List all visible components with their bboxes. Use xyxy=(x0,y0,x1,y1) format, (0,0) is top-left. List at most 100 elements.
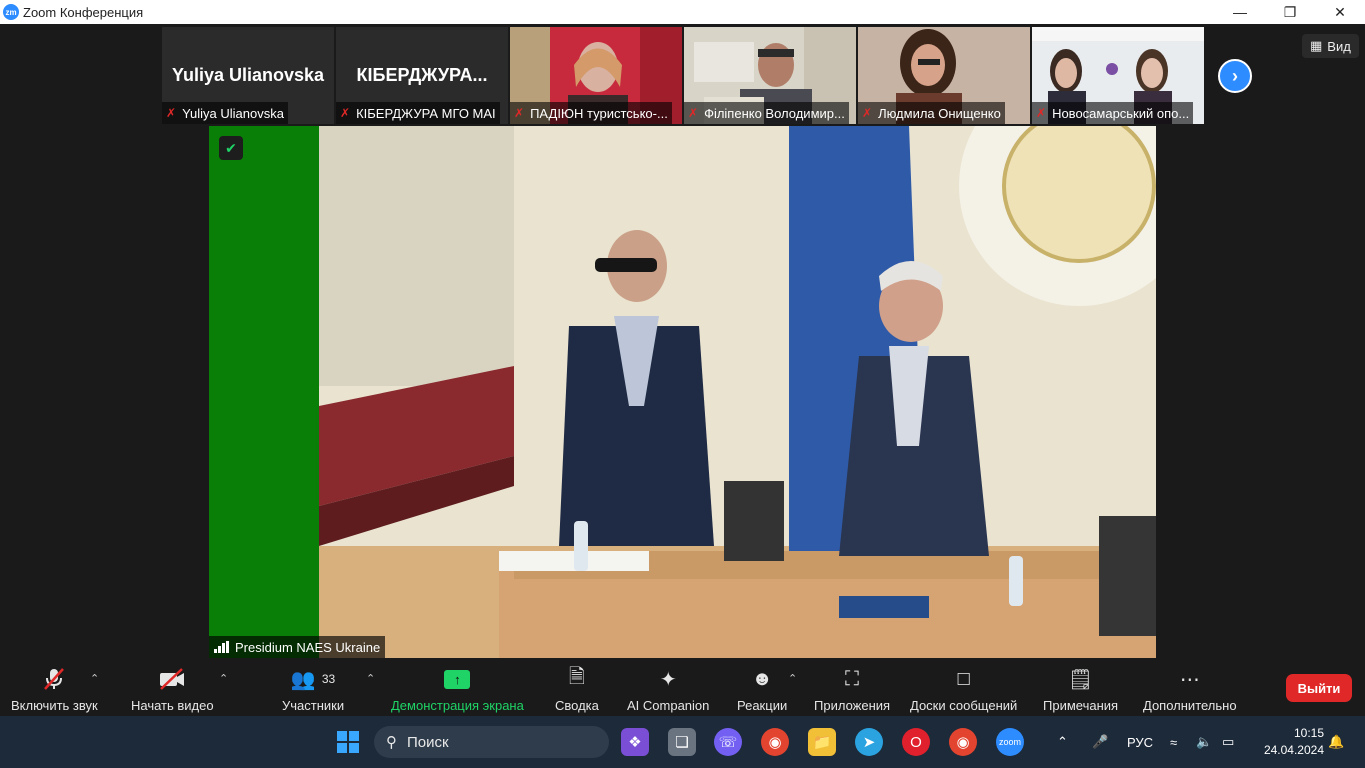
close-icon: ✕ xyxy=(1334,3,1346,20)
windows-taskbar: ⚲ Поиск ❖ ❏ ☏ ◉ 📁 ➤ O ◉ zoom ⌃ 🎤 РУС ≈ 🔈… xyxy=(0,716,1365,768)
more-dots-icon: ⋯ xyxy=(1179,668,1200,691)
audio-options-chevron-icon[interactable]: ⌃ xyxy=(90,672,99,685)
participant-tile[interactable]: ✗ Новосамарський опо... xyxy=(1032,27,1204,124)
share-screen-button[interactable]: ↑ Демонстрация экрана xyxy=(391,666,524,713)
participant-tile[interactable]: ✗ ПАДІЮН туристсько-... xyxy=(510,27,682,124)
restore-button[interactable]: ❐ xyxy=(1265,0,1315,24)
active-speaker-video[interactable]: ✔ Presidium NAES Ukraine xyxy=(209,126,1156,658)
participants-label: Участники xyxy=(282,698,345,713)
meeting-toolbar: Включить звук ⌃ Начать видео ⌃ 👥 33 Участ… xyxy=(0,660,1365,716)
mic-off-icon: ✗ xyxy=(862,106,873,120)
wifi-icon[interactable]: ≈ xyxy=(1170,716,1177,768)
notification-bell-icon[interactable]: 🔔 xyxy=(1328,716,1344,768)
file-explorer-icon[interactable]: 📁 xyxy=(808,728,836,756)
main-video-label: Presidium NAES Ukraine xyxy=(209,636,386,658)
battery-icon[interactable]: ▭ xyxy=(1222,716,1234,768)
participants-button[interactable]: 👥 33 Участники xyxy=(282,666,345,714)
reactions-label: Реакции xyxy=(737,698,788,713)
participant-label: ✗ Людмила Онищенко xyxy=(858,102,1005,124)
ai-companion-label: AI Companion xyxy=(627,698,710,713)
participant-label: ✗ Філіпенко Володимир... xyxy=(684,102,849,124)
chevron-right-icon: › xyxy=(1232,65,1238,86)
grid-icon: ▦ xyxy=(1310,38,1323,53)
participant-display-name: КІБЕРДЖУРА... xyxy=(356,65,488,85)
whiteboards-label: Доски сообщений xyxy=(910,698,1018,713)
encryption-shield-icon[interactable]: ✔ xyxy=(219,136,243,160)
next-page-button[interactable]: › xyxy=(1218,59,1252,93)
tray-overflow-chevron-icon[interactable]: ⌃ xyxy=(1057,716,1068,768)
apps-label: Приложения xyxy=(814,698,891,713)
mic-off-icon: ✗ xyxy=(166,106,177,120)
participant-name: ПАДІЮН туристсько-... xyxy=(530,105,668,121)
more-button[interactable]: ⋯ Дополнительно xyxy=(1143,666,1237,714)
restore-icon: ❐ xyxy=(1283,3,1297,20)
leave-button[interactable]: Выйти xyxy=(1286,674,1352,702)
share-icon-wrap: ↑ xyxy=(444,666,471,692)
windows-start-icon[interactable] xyxy=(334,728,362,756)
video-off-icon xyxy=(158,666,186,692)
zoom-logo-icon: zm xyxy=(3,4,19,20)
telegram-icon[interactable]: ➤ xyxy=(855,728,883,756)
reactions-options-chevron-icon[interactable]: ⌃ xyxy=(788,672,797,685)
window-title: Zoom Конференция xyxy=(23,4,144,20)
participant-label: ✗ Новосамарський опо... xyxy=(1032,102,1194,124)
summary-button[interactable]: 🗎 Сводка xyxy=(555,666,599,713)
participant-name: Людмила Онищенко xyxy=(878,105,1001,121)
minimize-icon: — xyxy=(1233,4,1247,20)
minimize-button[interactable]: — xyxy=(1215,0,1265,24)
participants-options-chevron-icon[interactable]: ⌃ xyxy=(366,672,375,685)
taskbar-clock[interactable]: 10:15 24.04.2024 xyxy=(1254,725,1324,759)
people-icon: 👥 xyxy=(290,668,316,691)
notes-button[interactable]: 🗒 Примечания xyxy=(1043,666,1119,714)
view-button[interactable]: ▦ Вид xyxy=(1302,34,1359,58)
participant-tile[interactable]: ✗ Людмила Онищенко xyxy=(858,27,1030,124)
notes-label: Примечания xyxy=(1043,698,1119,713)
mic-off-icon: ✗ xyxy=(514,106,525,120)
ai-companion-button[interactable]: ✦ AI Companion xyxy=(627,666,710,714)
participants-icon-group: 👥 33 xyxy=(291,666,335,692)
clock-date: 24.04.2024 xyxy=(1263,743,1324,757)
unmute-button[interactable]: Включить звук xyxy=(11,666,98,713)
search-icon: ⚲ xyxy=(386,734,397,751)
share-screen-icon: ↑ xyxy=(444,669,471,689)
window-controls: — ❐ ✕ xyxy=(1215,0,1365,24)
signal-strength-icon xyxy=(214,641,229,653)
start-video-label: Начать видео xyxy=(131,698,214,713)
close-button[interactable]: ✕ xyxy=(1315,0,1365,24)
language-indicator[interactable]: РУС xyxy=(1127,716,1153,768)
volume-icon[interactable]: 🔈 xyxy=(1196,716,1212,768)
summary-label: Сводка xyxy=(555,698,599,713)
taskbar-search-input[interactable]: ⚲ Поиск xyxy=(374,726,609,758)
zoom-taskbar-icon[interactable]: zoom xyxy=(996,728,1024,756)
start-video-button[interactable]: Начать видео xyxy=(131,666,214,713)
participant-tile[interactable]: Yuliya Ulianovska ✗ Yuliya Ulianovska xyxy=(162,27,334,124)
participant-label: ✗ ПАДІЮН туристсько-... xyxy=(510,102,672,124)
search-placeholder: Поиск xyxy=(407,733,449,751)
viber-icon[interactable]: ☏ xyxy=(714,728,742,756)
participant-name: Новосамарський опо... xyxy=(1052,105,1190,121)
mic-off-icon: ✗ xyxy=(688,106,699,120)
share-screen-label: Демонстрация экрана xyxy=(391,698,524,713)
sparkle-icon: ✦ xyxy=(659,668,677,691)
smile-icon: ☻ xyxy=(751,667,773,690)
opera-icon[interactable]: O xyxy=(902,728,930,756)
participant-label: ✗ Yuliya Ulianovska xyxy=(162,102,288,124)
chrome-icon[interactable]: ◉ xyxy=(761,728,789,756)
copilot-icon[interactable]: ❖ xyxy=(621,728,649,756)
participant-name: КІБЕРДЖУРА МГО МАІ xyxy=(356,105,496,121)
chrome-profile-icon[interactable]: ◉ xyxy=(949,728,977,756)
participant-tile[interactable]: КІБЕРДЖУРА... ✗ КІБЕРДЖУРА МГО МАІ xyxy=(336,27,508,124)
participants-count: 33 xyxy=(321,672,336,686)
reactions-button[interactable]: ☻ Реакции xyxy=(737,666,788,714)
title-bar: zm Zoom Конференция — ❐ ✕ xyxy=(0,0,1365,24)
meeting-stage: Yuliya Ulianovska ✗ Yuliya Ulianovska КІБ… xyxy=(0,24,1365,660)
participant-name: Філіпенко Володимир... xyxy=(704,105,845,121)
microphone-tray-icon[interactable]: 🎤 xyxy=(1092,716,1108,768)
apps-button[interactable]: ⛶ Приложения xyxy=(814,666,891,714)
video-options-chevron-icon[interactable]: ⌃ xyxy=(219,672,228,685)
whiteboards-button[interactable]: □ Доски сообщений xyxy=(910,666,1018,714)
task-view-icon[interactable]: ❏ xyxy=(668,728,696,756)
participant-tile[interactable]: ✗ Філіпенко Володимир... xyxy=(684,27,856,124)
microphone-muted-icon xyxy=(41,666,67,692)
mic-off-icon: ✗ xyxy=(1036,106,1047,120)
